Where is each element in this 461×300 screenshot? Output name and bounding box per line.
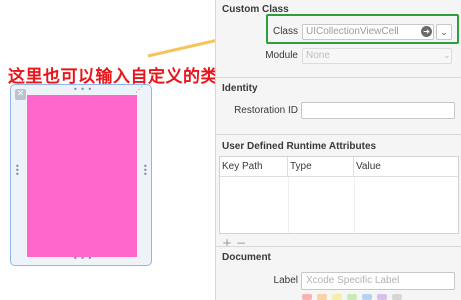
class-label: Class — [272, 26, 298, 37]
runtime-attributes-table[interactable]: Key Path Type Value — [219, 156, 459, 234]
chevron-down-icon[interactable]: ⌄ — [436, 24, 452, 40]
swatch-orange[interactable] — [317, 294, 327, 300]
swatch-purple[interactable] — [377, 294, 387, 300]
arrow-right-circle-icon[interactable]: ➜ — [421, 26, 432, 37]
restoration-id-field[interactable] — [301, 102, 455, 119]
column-header-value[interactable]: Value — [354, 157, 458, 177]
identity-inspector: Custom Class Class UICollectionViewCell … — [215, 0, 461, 300]
class-field[interactable]: UICollectionViewCell — [302, 24, 434, 40]
swatch-green[interactable] — [347, 294, 357, 300]
resize-handle-top[interactable]: • • • — [73, 86, 92, 94]
swatch-red[interactable] — [302, 294, 312, 300]
resize-handle-top-right[interactable]: ⋰ — [135, 86, 143, 94]
document-title: Document — [222, 252, 271, 263]
remove-attribute-button[interactable]: − — [236, 236, 246, 250]
divider — [216, 134, 461, 135]
resize-handle-right[interactable]: • • • — [143, 163, 148, 179]
document-label-label: Label — [273, 275, 298, 286]
add-attribute-button[interactable]: + — [222, 236, 232, 250]
resize-handle-bottom[interactable]: • • • — [73, 255, 92, 263]
module-label: Module — [265, 50, 298, 61]
divider — [216, 246, 461, 247]
column-divider — [354, 177, 355, 233]
divider — [216, 77, 461, 78]
runtime-attributes-title: User Defined Runtime Attributes — [222, 141, 377, 152]
column-divider — [288, 177, 289, 233]
identity-title: Identity — [222, 83, 258, 94]
swatch-blue[interactable] — [362, 294, 372, 300]
column-header-type[interactable]: Type — [288, 157, 354, 177]
document-label-field[interactable]: Xcode Specific Label — [301, 272, 455, 290]
collection-view-cell[interactable]: ✕ • • • ⋰ • • • • • • • • • — [10, 84, 152, 266]
close-icon[interactable]: ✕ — [15, 89, 26, 100]
module-field[interactable]: None — [302, 48, 452, 64]
cell-content-view[interactable] — [27, 95, 137, 257]
column-header-key-path[interactable]: Key Path — [220, 157, 288, 177]
module-chevron-icon: ⌄ — [443, 50, 451, 60]
swatch-gray[interactable] — [392, 294, 402, 300]
resize-handle-left[interactable]: • • • — [15, 163, 20, 179]
swatch-yellow[interactable] — [332, 294, 342, 300]
restoration-id-label: Restoration ID — [234, 105, 298, 116]
